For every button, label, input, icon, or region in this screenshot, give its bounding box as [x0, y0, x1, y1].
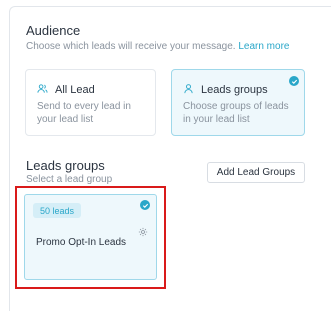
option-card-header: All Lead — [37, 81, 95, 99]
audience-subtitle-text: Choose which leads will receive your mes… — [26, 41, 236, 52]
option-title-leads-groups: Leads groups — [201, 84, 268, 96]
learn-more-link[interactable]: Learn more — [238, 41, 289, 52]
option-desc-all-lead: Send to every lead in your lead list — [37, 101, 131, 125]
option-desc-leads-groups: Choose groups of leads in your lead list — [183, 101, 289, 125]
leads-groups-subtitle: Select a lead group — [26, 174, 113, 185]
option-card-leads-groups[interactable]: Leads groups Choose groups of leads in y… — [171, 69, 305, 136]
check-icon — [289, 76, 299, 86]
option-card-all-lead[interactable]: All Lead Send to every lead in your lead… — [25, 69, 156, 136]
user-icon — [183, 81, 194, 99]
users-icon — [37, 81, 48, 99]
option-card-header: Leads groups — [183, 81, 268, 99]
gear-icon[interactable] — [138, 224, 148, 242]
audience-subtitle: Choose which leads will receive your mes… — [26, 41, 289, 52]
option-title-all-lead: All Lead — [55, 84, 95, 96]
leads-groups-title: Leads groups — [26, 158, 105, 173]
lead-group-card[interactable]: 50 leads Promo Opt-In Leads — [24, 194, 157, 280]
lead-count-badge: 50 leads — [33, 203, 82, 218]
lead-group-name: Promo Opt-In Leads — [36, 237, 127, 248]
audience-title: Audience — [26, 23, 81, 38]
add-lead-groups-button[interactable]: Add Lead Groups — [207, 162, 305, 183]
check-icon — [140, 200, 150, 210]
